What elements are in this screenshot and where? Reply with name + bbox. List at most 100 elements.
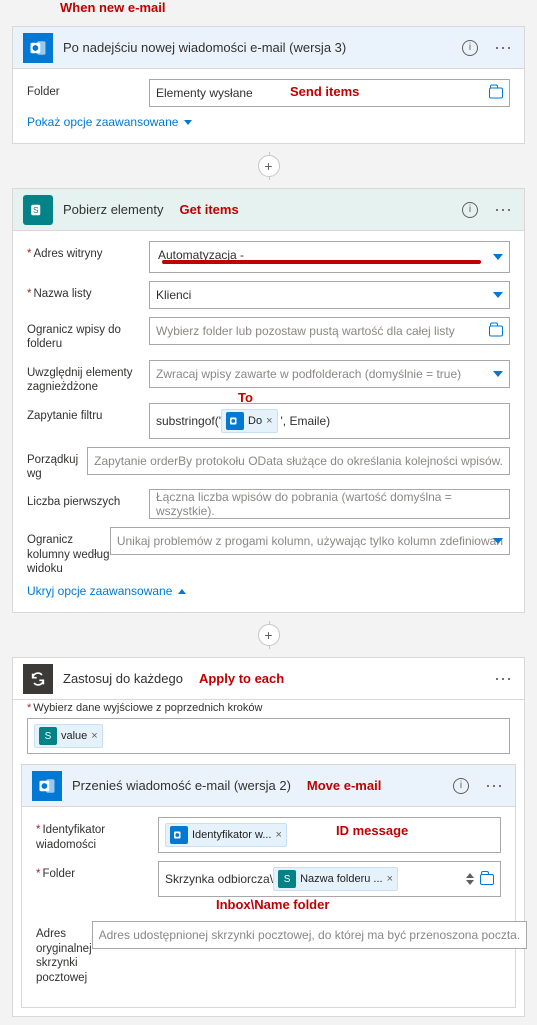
- token-value[interactable]: S value ×: [34, 724, 103, 748]
- info-icon[interactable]: i: [462, 40, 478, 56]
- token-remove-icon[interactable]: ×: [387, 873, 393, 885]
- trigger-title: Po nadejściu nowej wiadomości e-mail (we…: [63, 40, 462, 55]
- filter-field[interactable]: substringof(' Do × ', Emaile) To: [149, 403, 510, 439]
- sharepoint-token-icon: S: [278, 870, 296, 888]
- trigger-header[interactable]: Po nadejściu nowej wiadomości e-mail (we…: [13, 27, 524, 69]
- chevron-down-icon[interactable]: [493, 254, 503, 260]
- redaction-bar: [162, 260, 481, 264]
- top-field[interactable]: Łączna liczba wpisów do pobrania (wartoś…: [149, 489, 510, 519]
- chevron-up-icon: [178, 589, 186, 594]
- msgid-field[interactable]: Identyfikator w... ×: [158, 817, 501, 853]
- nested-label: Uwzględnij elementy zagnieżdżone: [27, 360, 149, 395]
- origmailbox-ph: Adres udostępnionej skrzynki pocztowej, …: [99, 928, 521, 942]
- show-advanced-text: Pokaż opcje zaawansowane: [27, 115, 178, 129]
- apply-title-wrap: Zastosuj do każdego Apply to each: [63, 671, 482, 686]
- token-msgid-label: Identyfikator w...: [192, 829, 271, 841]
- folder-picker-icon[interactable]: [489, 326, 503, 337]
- limitfolder-field[interactable]: Wybierz folder lub pozostaw pustą wartoś…: [149, 317, 510, 345]
- sharepoint-icon: S: [23, 195, 53, 225]
- orderby-ph: Zapytanie orderBy protokołu OData służąc…: [94, 454, 503, 468]
- insert-step-1[interactable]: +: [0, 152, 537, 180]
- movefolder-field[interactable]: Skrzynka odbiorcza \ S Nazwa folderu ...…: [158, 861, 501, 897]
- outlook-token-icon: [170, 826, 188, 844]
- orderby-field[interactable]: Zapytanie orderBy protokołu OData służąc…: [87, 447, 510, 475]
- select-output-label: Wybierz dane wyjściowe z poprzednich kro…: [27, 702, 262, 714]
- svg-text:S: S: [33, 206, 39, 215]
- token-foldername-label: Nazwa folderu ...: [300, 873, 383, 885]
- card-getitems: S Pobierz elementy Get items i ··· Adres…: [12, 188, 525, 613]
- apply-header[interactable]: Zastosuj do każdego Apply to each ···: [13, 658, 524, 700]
- move-title: Przenieś wiadomość e-mail (wersja 2): [72, 778, 291, 793]
- loop-icon: [23, 664, 53, 694]
- view-ph: Unikaj problemów z progami kolumn, używa…: [117, 534, 503, 548]
- plus-icon: +: [258, 155, 280, 177]
- move-header[interactable]: Przenieś wiadomość e-mail (wersja 2) Mov…: [22, 765, 515, 807]
- movefolder-label: Folder: [36, 861, 158, 881]
- select-output-field[interactable]: S value ×: [27, 718, 510, 754]
- getitems-header[interactable]: S Pobierz elementy Get items i ···: [13, 189, 524, 231]
- annotation-apply-to-each: Apply to each: [199, 671, 284, 686]
- msgid-label: Identyfikator wiadomości: [36, 817, 158, 852]
- show-advanced-link[interactable]: Pokaż opcje zaawansowane: [27, 115, 510, 129]
- plus-icon: +: [258, 624, 280, 646]
- chevron-down-icon: [184, 120, 192, 125]
- ellipsis-icon[interactable]: ···: [473, 775, 515, 796]
- movefolder-text: Skrzynka odbiorcza: [165, 872, 270, 886]
- annotation-inbox-name-folder: Inbox\Name folder: [216, 897, 329, 912]
- outlook-token-icon: [226, 412, 244, 430]
- limitfolder-label: Ogranicz wpisy do folderu: [27, 317, 149, 352]
- token-value-label: value: [61, 730, 87, 742]
- site-field[interactable]: Automatyzacja -: [149, 241, 510, 273]
- filter-label: Zapytanie filtru: [27, 403, 149, 423]
- view-label: Ogranicz kolumny według widoku: [27, 527, 110, 576]
- token-remove-icon[interactable]: ×: [275, 829, 281, 841]
- orderby-label: Porządkuj wg: [27, 447, 87, 482]
- chevron-down-icon[interactable]: [493, 371, 503, 377]
- info-icon[interactable]: i: [462, 202, 478, 218]
- ellipsis-icon[interactable]: ···: [482, 37, 524, 58]
- token-foldername[interactable]: S Nazwa folderu ... ×: [273, 867, 398, 891]
- token-remove-icon[interactable]: ×: [91, 730, 97, 742]
- origmailbox-label: Adres oryginalnej skrzynki pocztowej: [36, 921, 92, 985]
- annotation-get-items: Get items: [179, 202, 238, 217]
- hide-advanced-text: Ukryj opcje zaawansowane: [27, 584, 172, 598]
- filter-prefix: substringof(': [156, 414, 221, 428]
- list-label: Nazwa listy: [27, 281, 149, 301]
- card-trigger: Po nadejściu nowej wiadomości e-mail (we…: [12, 26, 525, 144]
- outlook-icon: [32, 771, 62, 801]
- origmailbox-field[interactable]: Adres udostępnionej skrzynki pocztowej, …: [92, 921, 528, 949]
- outlook-icon: [23, 33, 53, 63]
- top-ph: Łączna liczba wpisów do pobrania (wartoś…: [156, 490, 503, 518]
- apply-title: Zastosuj do każdego: [63, 671, 183, 686]
- chevron-down-icon[interactable]: [493, 292, 503, 298]
- info-icon[interactable]: i: [453, 778, 469, 794]
- stepper-icon[interactable]: [466, 873, 474, 885]
- folder-picker-icon[interactable]: [480, 874, 494, 885]
- folder-value: Elementy wysłane: [156, 86, 253, 100]
- hide-advanced-link[interactable]: Ukryj opcje zaawansowane: [27, 584, 510, 598]
- view-field[interactable]: Unikaj problemów z progami kolumn, używa…: [110, 527, 510, 555]
- folder-picker-icon[interactable]: [489, 88, 503, 99]
- card-move: Przenieś wiadomość e-mail (wersja 2) Mov…: [21, 764, 516, 1008]
- token-remove-icon[interactable]: ×: [266, 415, 272, 427]
- folder-field[interactable]: Elementy wysłane Send items: [149, 79, 510, 107]
- token-msgid[interactable]: Identyfikator w... ×: [165, 823, 287, 847]
- token-to[interactable]: Do ×: [221, 409, 278, 433]
- card-apply: Zastosuj do każdego Apply to each ··· Wy…: [12, 657, 525, 1017]
- nested-field[interactable]: Zwracaj wpisy zawarte w podfolderach (do…: [149, 360, 510, 388]
- ellipsis-icon[interactable]: ···: [482, 199, 524, 220]
- insert-step-2[interactable]: +: [0, 621, 537, 649]
- getitems-title: Pobierz elementy: [63, 202, 163, 217]
- list-value: Klienci: [156, 288, 191, 302]
- site-label: Adres witryny: [27, 241, 149, 261]
- annotation-send-items: Send items: [290, 84, 359, 99]
- limitfolder-ph: Wybierz folder lub pozostaw pustą wartoś…: [156, 324, 455, 338]
- chevron-down-icon[interactable]: [493, 538, 503, 544]
- getitems-title-wrap: Pobierz elementy Get items: [63, 202, 462, 217]
- folder-label: Folder: [27, 79, 149, 99]
- move-title-wrap: Przenieś wiadomość e-mail (wersja 2) Mov…: [72, 778, 453, 793]
- annotation-move-email: Move e-mail: [307, 778, 381, 793]
- ellipsis-icon[interactable]: ···: [482, 668, 524, 689]
- list-field[interactable]: Klienci: [149, 281, 510, 309]
- nested-ph: Zwracaj wpisy zawarte w podfolderach (do…: [156, 367, 461, 381]
